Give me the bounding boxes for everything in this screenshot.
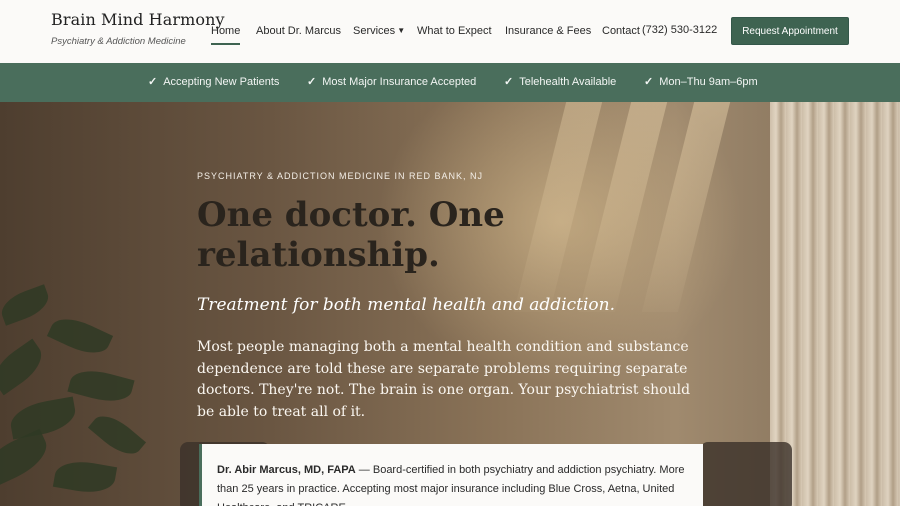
nav-home[interactable]: Home: [211, 25, 241, 45]
trust-item: ✓ Most Major Insurance Accepted: [307, 75, 476, 88]
hero-eyebrow: PSYCHIATRY & ADDICTION MEDICINE IN RED B…: [197, 171, 484, 181]
trust-item-label: Accepting New Patients: [163, 76, 280, 88]
check-icon: ✓: [644, 76, 654, 88]
trust-item-label: Most Major Insurance Accepted: [322, 76, 477, 88]
nav-services-label: Services: [353, 25, 396, 37]
phone-number[interactable]: (732) 530-3122: [642, 24, 717, 36]
check-icon: ✓: [504, 76, 514, 88]
trust-item: ✓ Mon–Thu 9am–6pm: [644, 75, 758, 88]
trust-item-label: Mon–Thu 9am–6pm: [659, 76, 758, 88]
hero-plant-image: [0, 272, 190, 506]
nav-contact[interactable]: Contact: [602, 25, 640, 37]
brand-tagline: Psychiatry & Addiction Medicine: [51, 36, 186, 47]
chevron-down-icon: ▼: [397, 26, 406, 35]
hero-subheading: Treatment for both mental health and add…: [197, 295, 616, 315]
trust-item: ✓ Accepting New Patients: [148, 75, 279, 88]
trust-item-label: Telehealth Available: [519, 76, 617, 88]
check-icon: ✓: [148, 76, 158, 88]
site-header: Brain Mind Harmony Psychiatry & Addictio…: [0, 0, 900, 63]
nav-about[interactable]: About Dr. Marcus: [256, 25, 341, 37]
nav-what-to-expect[interactable]: What to Expect: [417, 25, 492, 37]
doctor-intro-card: Dr. Abir Marcus, MD, FAPA — Board-certif…: [199, 444, 703, 506]
nav-insurance-fees[interactable]: Insurance & Fees: [505, 25, 591, 37]
hero-chair: [700, 442, 792, 506]
hero-heading: One doctor. One relationship.: [197, 195, 505, 275]
brand-name[interactable]: Brain Mind Harmony: [51, 10, 225, 29]
trust-item: ✓ Telehealth Available: [504, 75, 616, 88]
trust-bar: ✓ Accepting New Patients ✓ Most Major Insu…: [0, 63, 900, 102]
request-appointment-button[interactable]: Request Appointment: [731, 17, 849, 45]
hero-body: Most people managing both a mental healt…: [197, 339, 691, 420]
check-icon: ✓: [307, 76, 317, 88]
hero-section: PSYCHIATRY & ADDICTION MEDICINE IN RED B…: [0, 102, 900, 506]
nav-services[interactable]: Services ▼: [353, 25, 405, 37]
doctor-name: Dr. Abir Marcus, MD, FAPA: [217, 464, 356, 476]
